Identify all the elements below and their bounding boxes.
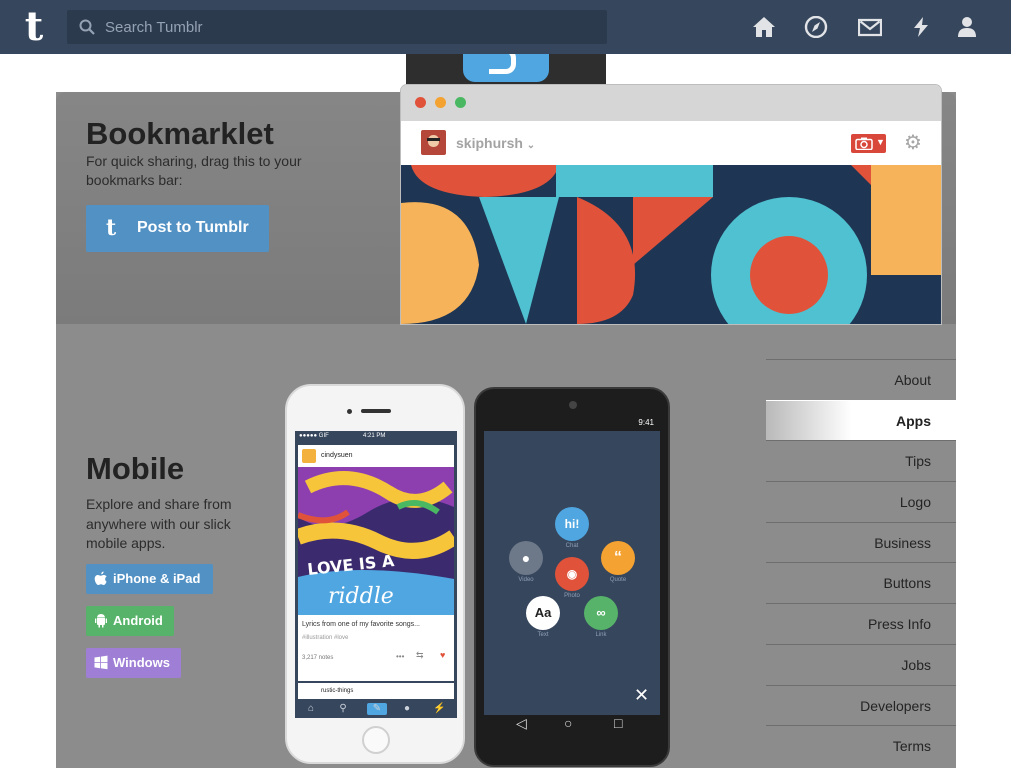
blog-header-bar: skiphursh ⌄ ▼ ⚙ <box>401 121 941 165</box>
android-status-time: 9:41 <box>638 418 654 427</box>
photo-icon: ◉ <box>555 557 589 591</box>
search-box[interactable] <box>67 10 607 44</box>
iphone-status-bar: ●●●●● GIF 4:21 PM <box>299 433 386 439</box>
sidebar-item-about[interactable]: About <box>766 359 956 400</box>
activity-icon[interactable] <box>909 16 933 38</box>
post-tags: #illustration #love <box>302 635 349 641</box>
sidebar-item-apps[interactable]: Apps <box>766 399 956 441</box>
iphone-home-button <box>362 726 390 754</box>
close-icon: ✕ <box>634 685 650 705</box>
android-icon <box>95 614 107 628</box>
back-nav-icon: ◁ <box>516 715 527 731</box>
minimize-dot-icon <box>435 97 446 108</box>
geometric-artwork <box>401 165 941 324</box>
post-illustration: LOVE IS A riddle <box>298 467 454 615</box>
search-icon: ⚲ <box>339 703 347 714</box>
bookmarklet-title: Bookmarklet <box>86 116 274 151</box>
sidebar-item-tips[interactable]: Tips <box>766 440 956 481</box>
sidebar-item-terms[interactable]: Terms <box>766 725 956 766</box>
home-icon[interactable] <box>752 16 776 38</box>
text-label: Text <box>537 632 549 638</box>
close-dot-icon <box>415 97 426 108</box>
video-icon: ● <box>509 541 543 575</box>
photo-label: Photo <box>564 593 580 599</box>
sidebar-item-press-info[interactable]: Press Info <box>766 603 956 644</box>
post-username: cindysuen <box>321 452 353 459</box>
post-notes-count: 3,217 notes <box>302 655 334 661</box>
mail-icon[interactable] <box>857 16 883 38</box>
android-label: Android <box>113 613 163 628</box>
windows-icon <box>94 655 108 670</box>
sidebar-item-business[interactable]: Business <box>766 521 956 563</box>
text-icon: Aa <box>526 596 560 630</box>
android-mockup: 9:41 hi! Chat ● Video “ Quote ◉ Photo Aa… <box>474 387 670 767</box>
browser-title-bar <box>401 85 941 121</box>
search-icon <box>79 19 95 35</box>
post-to-tumblr-label: Post to Tumblr <box>137 219 249 236</box>
chevron-down-icon: ▼ <box>876 137 885 147</box>
link-label: Link <box>595 632 607 638</box>
recents-nav-icon: □ <box>614 715 623 731</box>
sidebar-item-logo[interactable]: Logo <box>766 481 956 522</box>
maximize-dot-icon <box>455 97 466 108</box>
android-camera <box>569 401 577 409</box>
android-screen: 9:41 hi! Chat ● Video “ Quote ◉ Photo Aa… <box>484 418 660 715</box>
blog-username: skiphursh ⌄ <box>456 135 536 151</box>
windows-button[interactable]: Windows <box>86 648 181 678</box>
iphone-mockup: ●●●●● GIF 4:21 PM cindysuen LOVE IS A ri… <box>285 384 465 764</box>
tumblr-app-icon <box>463 54 549 82</box>
compose-icon: ✎ <box>367 703 387 715</box>
sidebar-item-jobs[interactable]: Jobs <box>766 643 956 685</box>
iphone-camera <box>347 409 352 414</box>
mobile-title: Mobile <box>86 451 185 486</box>
tumblr-logo[interactable]: t <box>18 7 50 47</box>
camera-icon <box>855 137 873 150</box>
explore-icon[interactable] <box>804 15 828 39</box>
camera-button: ▼ <box>851 134 886 153</box>
account-icon: ● <box>403 703 411 714</box>
home-nav-icon: ○ <box>564 715 573 731</box>
avatar <box>302 449 316 463</box>
iphone-tab-bar: ⌂ ⚲ ✎ ● ⚡ <box>295 699 457 718</box>
quote-icon: “ <box>601 541 635 575</box>
post-caption: Lyrics from one of my favorite songs... <box>302 621 421 628</box>
avatar <box>421 130 446 155</box>
tumblr-t-icon: t <box>106 215 117 241</box>
bookmarklet-description: For quick sharing, drag this to your boo… <box>86 153 302 188</box>
video-label: Video <box>518 577 534 583</box>
post-username: rustic-things <box>321 688 354 694</box>
svg-text:riddle: riddle <box>328 584 394 609</box>
iphone-ipad-label: iPhone & iPad <box>113 571 201 586</box>
app-icon-peek <box>406 54 606 85</box>
about-sidebar-nav: About Apps Tips Logo Business Buttons Pr… <box>766 359 956 766</box>
post-to-tumblr-button[interactable]: t Post to Tumblr <box>86 205 269 252</box>
dashboard-post: cindysuen LOVE IS A riddle Lyrics from o… <box>298 445 454 681</box>
top-navigation-bar: t <box>0 0 1011 54</box>
account-icon[interactable] <box>955 16 979 38</box>
next-post-header: rustic-things <box>298 683 454 699</box>
android-button[interactable]: Android <box>86 606 174 636</box>
sidebar-item-developers[interactable]: Developers <box>766 684 956 726</box>
browser-mockup: skiphursh ⌄ ▼ ⚙ <box>401 85 941 324</box>
sidebar-item-buttons[interactable]: Buttons <box>766 562 956 603</box>
chat-label: Chat <box>565 543 579 549</box>
windows-label: Windows <box>113 655 170 670</box>
home-icon: ⌂ <box>307 703 315 714</box>
mobile-description: Explore and share from anywhere with our… <box>86 496 232 551</box>
apple-icon <box>94 571 107 585</box>
more-icon: ••• <box>396 652 405 661</box>
quote-label: Quote <box>609 577 627 583</box>
search-input[interactable] <box>105 10 595 44</box>
link-icon: ∞ <box>584 596 618 630</box>
reblog-icon: ⇆ <box>416 650 424 660</box>
heart-icon: ♥ <box>440 650 446 660</box>
chat-bubble-icon: hi! <box>555 507 589 541</box>
iphone-ipad-button[interactable]: iPhone & iPad <box>86 564 213 594</box>
activity-icon: ⚡ <box>433 703 446 714</box>
gear-icon: ⚙ <box>904 132 922 154</box>
iphone-speaker <box>361 409 391 413</box>
iphone-screen: ●●●●● GIF 4:21 PM cindysuen LOVE IS A ri… <box>295 431 457 718</box>
